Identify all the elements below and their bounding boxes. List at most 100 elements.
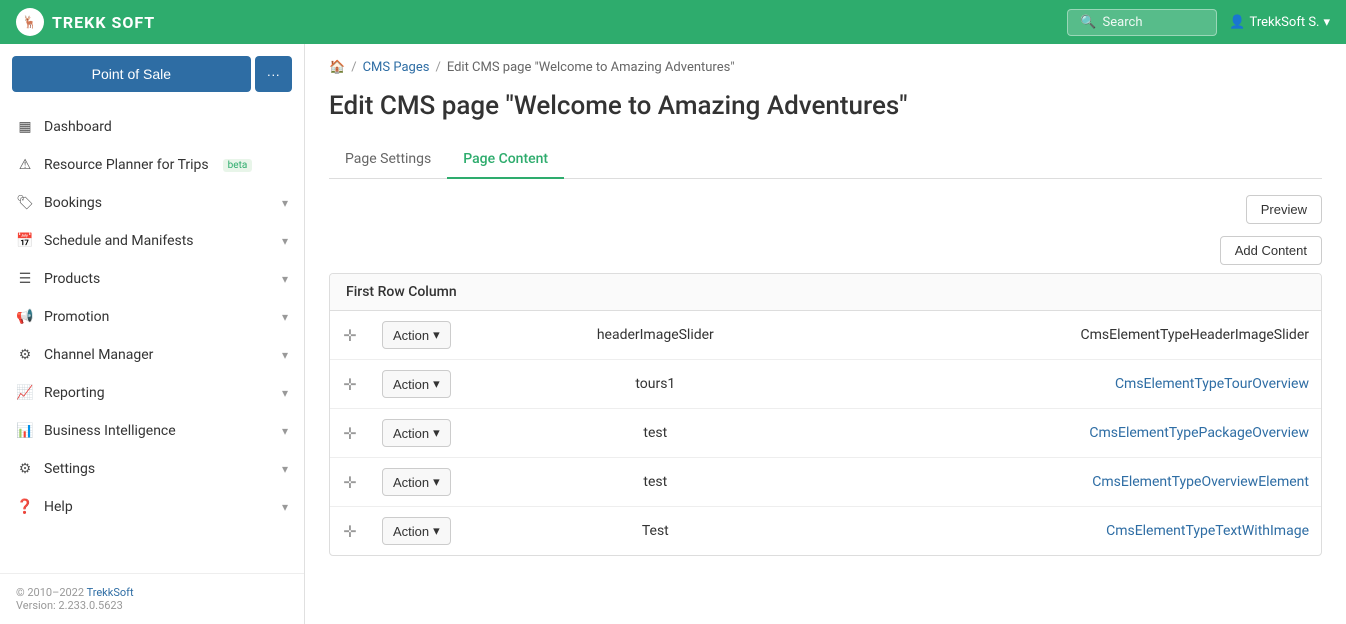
tab-page-content[interactable]: Page Content xyxy=(447,141,564,179)
action-label: Action xyxy=(393,328,429,343)
action-chevron-icon: ▾ xyxy=(433,474,440,490)
sidebar-item-settings[interactable]: ⚙ Settings ▾ xyxy=(0,450,304,488)
user-menu[interactable]: 👤 TrekkSoft S. ▾ xyxy=(1229,15,1330,30)
sidebar-item-label: Help xyxy=(44,499,73,515)
sidebar-item-label: Channel Manager xyxy=(44,347,153,363)
element-name: test xyxy=(510,458,801,507)
sidebar-item-label: Dashboard xyxy=(44,119,112,135)
sidebar: Point of Sale ··· ▦ Dashboard ⚠ Resource… xyxy=(0,44,305,624)
sidebar-item-resource-planner[interactable]: ⚠ Resource Planner for Trips beta xyxy=(0,146,304,184)
channel-manager-icon: ⚙ xyxy=(16,346,34,364)
sidebar-item-label: Products xyxy=(44,271,100,287)
sidebar-item-label: Schedule and Manifests xyxy=(44,233,194,249)
drag-handle-icon: ✛ xyxy=(343,375,356,394)
table-row: ✛ Action ▾ tours1 CmsElementTypeTourOver… xyxy=(330,360,1321,409)
resource-planner-icon: ⚠ xyxy=(16,156,34,174)
logo-text: TREKK SOFT xyxy=(52,13,155,32)
action-chevron-icon: ▾ xyxy=(433,376,440,392)
content-section: First Row Column ✛ Action ▾ headerImageS… xyxy=(329,273,1322,556)
bookings-icon: 🏷 xyxy=(16,194,34,212)
logo-icon: 🦌 xyxy=(16,8,44,36)
search-label: Search xyxy=(1103,15,1143,30)
home-icon[interactable]: 🏠 xyxy=(329,60,345,75)
action-chevron-icon: ▾ xyxy=(433,327,440,343)
beta-badge: beta xyxy=(223,159,253,172)
user-label: TrekkSoft S. xyxy=(1250,15,1320,30)
breadcrumb: 🏠 / CMS Pages / Edit CMS page "Welcome t… xyxy=(329,60,1322,75)
chevron-down-icon: ▾ xyxy=(282,234,288,248)
section-title: First Row Column xyxy=(330,274,1321,311)
chevron-down-icon: ▾ xyxy=(282,500,288,514)
sidebar-item-label: Promotion xyxy=(44,309,109,325)
element-name: test xyxy=(510,409,801,458)
table-row: ✛ Action ▾ Test CmsElementTypeTextWithIm… xyxy=(330,507,1321,556)
sidebar-nav: ▦ Dashboard ⚠ Resource Planner for Trips… xyxy=(0,104,304,530)
table-row: ✛ Action ▾ test CmsElementTypePackageOve… xyxy=(330,409,1321,458)
dashboard-icon: ▦ xyxy=(16,118,34,136)
products-icon: ☰ xyxy=(16,270,34,288)
sidebar-item-products[interactable]: ☰ Products ▾ xyxy=(0,260,304,298)
settings-icon: ⚙ xyxy=(16,460,34,478)
pos-more-button[interactable]: ··· xyxy=(255,56,292,92)
element-type[interactable]: CmsElementTypeOverviewElement xyxy=(801,458,1321,507)
search-box[interactable]: 🔍 Search xyxy=(1067,9,1217,36)
actions-row: Preview xyxy=(329,195,1322,224)
action-button[interactable]: Action ▾ xyxy=(382,468,451,496)
element-type[interactable]: CmsElementTypeTourOverview xyxy=(801,360,1321,409)
action-chevron-icon: ▾ xyxy=(433,425,440,441)
table-row: ✛ Action ▾ test CmsElementTypeOverviewEl… xyxy=(330,458,1321,507)
element-type[interactable]: CmsElementTypePackageOverview xyxy=(801,409,1321,458)
pos-button[interactable]: Point of Sale xyxy=(12,56,251,92)
tab-page-settings[interactable]: Page Settings xyxy=(329,141,447,179)
sidebar-item-dashboard[interactable]: ▦ Dashboard xyxy=(0,108,304,146)
page-title: Edit CMS page "Welcome to Amazing Advent… xyxy=(329,91,1322,121)
tabs: Page Settings Page Content xyxy=(329,141,1322,179)
top-navigation: 🦌 TREKK SOFT 🔍 Search 👤 TrekkSoft S. ▾ xyxy=(0,0,1346,44)
element-name: tours1 xyxy=(510,360,801,409)
breadcrumb-current: Edit CMS page "Welcome to Amazing Advent… xyxy=(447,60,735,75)
sidebar-item-help[interactable]: ❓ Help ▾ xyxy=(0,488,304,526)
chevron-down-icon: ▾ xyxy=(282,386,288,400)
chevron-down-icon: ▾ xyxy=(282,348,288,362)
action-button[interactable]: Action ▾ xyxy=(382,419,451,447)
sidebar-item-bookings[interactable]: 🏷 Bookings ▾ xyxy=(0,184,304,222)
action-button[interactable]: Action ▾ xyxy=(382,370,451,398)
action-chevron-icon: ▾ xyxy=(433,523,440,539)
element-type[interactable]: CmsElementTypeTextWithImage xyxy=(801,507,1321,556)
drag-handle-icon: ✛ xyxy=(343,424,356,443)
sidebar-item-label: Business Intelligence xyxy=(44,423,176,439)
element-name: headerImageSlider xyxy=(510,311,801,360)
chevron-down-icon: ▾ xyxy=(282,272,288,286)
promotion-icon: 📢 xyxy=(16,308,34,326)
version-text: Version: 2.233.0.5623 xyxy=(16,599,288,612)
user-chevron: ▾ xyxy=(1323,15,1330,30)
sidebar-item-schedule[interactable]: 📅 Schedule and Manifests ▾ xyxy=(0,222,304,260)
sidebar-item-label: Bookings xyxy=(44,195,102,211)
drag-handle-icon: ✛ xyxy=(343,522,356,541)
sidebar-item-label: Reporting xyxy=(44,385,105,401)
content-table: ✛ Action ▾ headerImageSlider CmsElementT… xyxy=(330,311,1321,555)
sidebar-item-channel-manager[interactable]: ⚙ Channel Manager ▾ xyxy=(0,336,304,374)
help-icon: ❓ xyxy=(16,498,34,516)
search-icon: 🔍 xyxy=(1080,15,1096,30)
action-button[interactable]: Action ▾ xyxy=(382,517,451,545)
chevron-down-icon: ▾ xyxy=(282,424,288,438)
pos-button-group: Point of Sale ··· xyxy=(12,56,292,92)
schedule-icon: 📅 xyxy=(16,232,34,250)
business-intelligence-icon: 📊 xyxy=(16,422,34,440)
action-label: Action xyxy=(393,426,429,441)
preview-button[interactable]: Preview xyxy=(1246,195,1322,224)
logo: 🦌 TREKK SOFT xyxy=(16,8,155,36)
sidebar-item-business-intelligence[interactable]: 📊 Business Intelligence ▾ xyxy=(0,412,304,450)
user-icon: 👤 xyxy=(1229,15,1245,30)
action-label: Action xyxy=(393,524,429,539)
trekksoft-link[interactable]: TrekkSoft xyxy=(87,586,134,599)
add-content-button[interactable]: Add Content xyxy=(1220,236,1322,265)
chevron-down-icon: ▾ xyxy=(282,462,288,476)
breadcrumb-cms-pages[interactable]: CMS Pages xyxy=(363,60,430,75)
sidebar-item-promotion[interactable]: 📢 Promotion ▾ xyxy=(0,298,304,336)
element-name: Test xyxy=(510,507,801,556)
action-button[interactable]: Action ▾ xyxy=(382,321,451,349)
copyright-text: © 2010–2022 TrekkSoft xyxy=(16,586,288,599)
sidebar-item-reporting[interactable]: 📈 Reporting ▾ xyxy=(0,374,304,412)
